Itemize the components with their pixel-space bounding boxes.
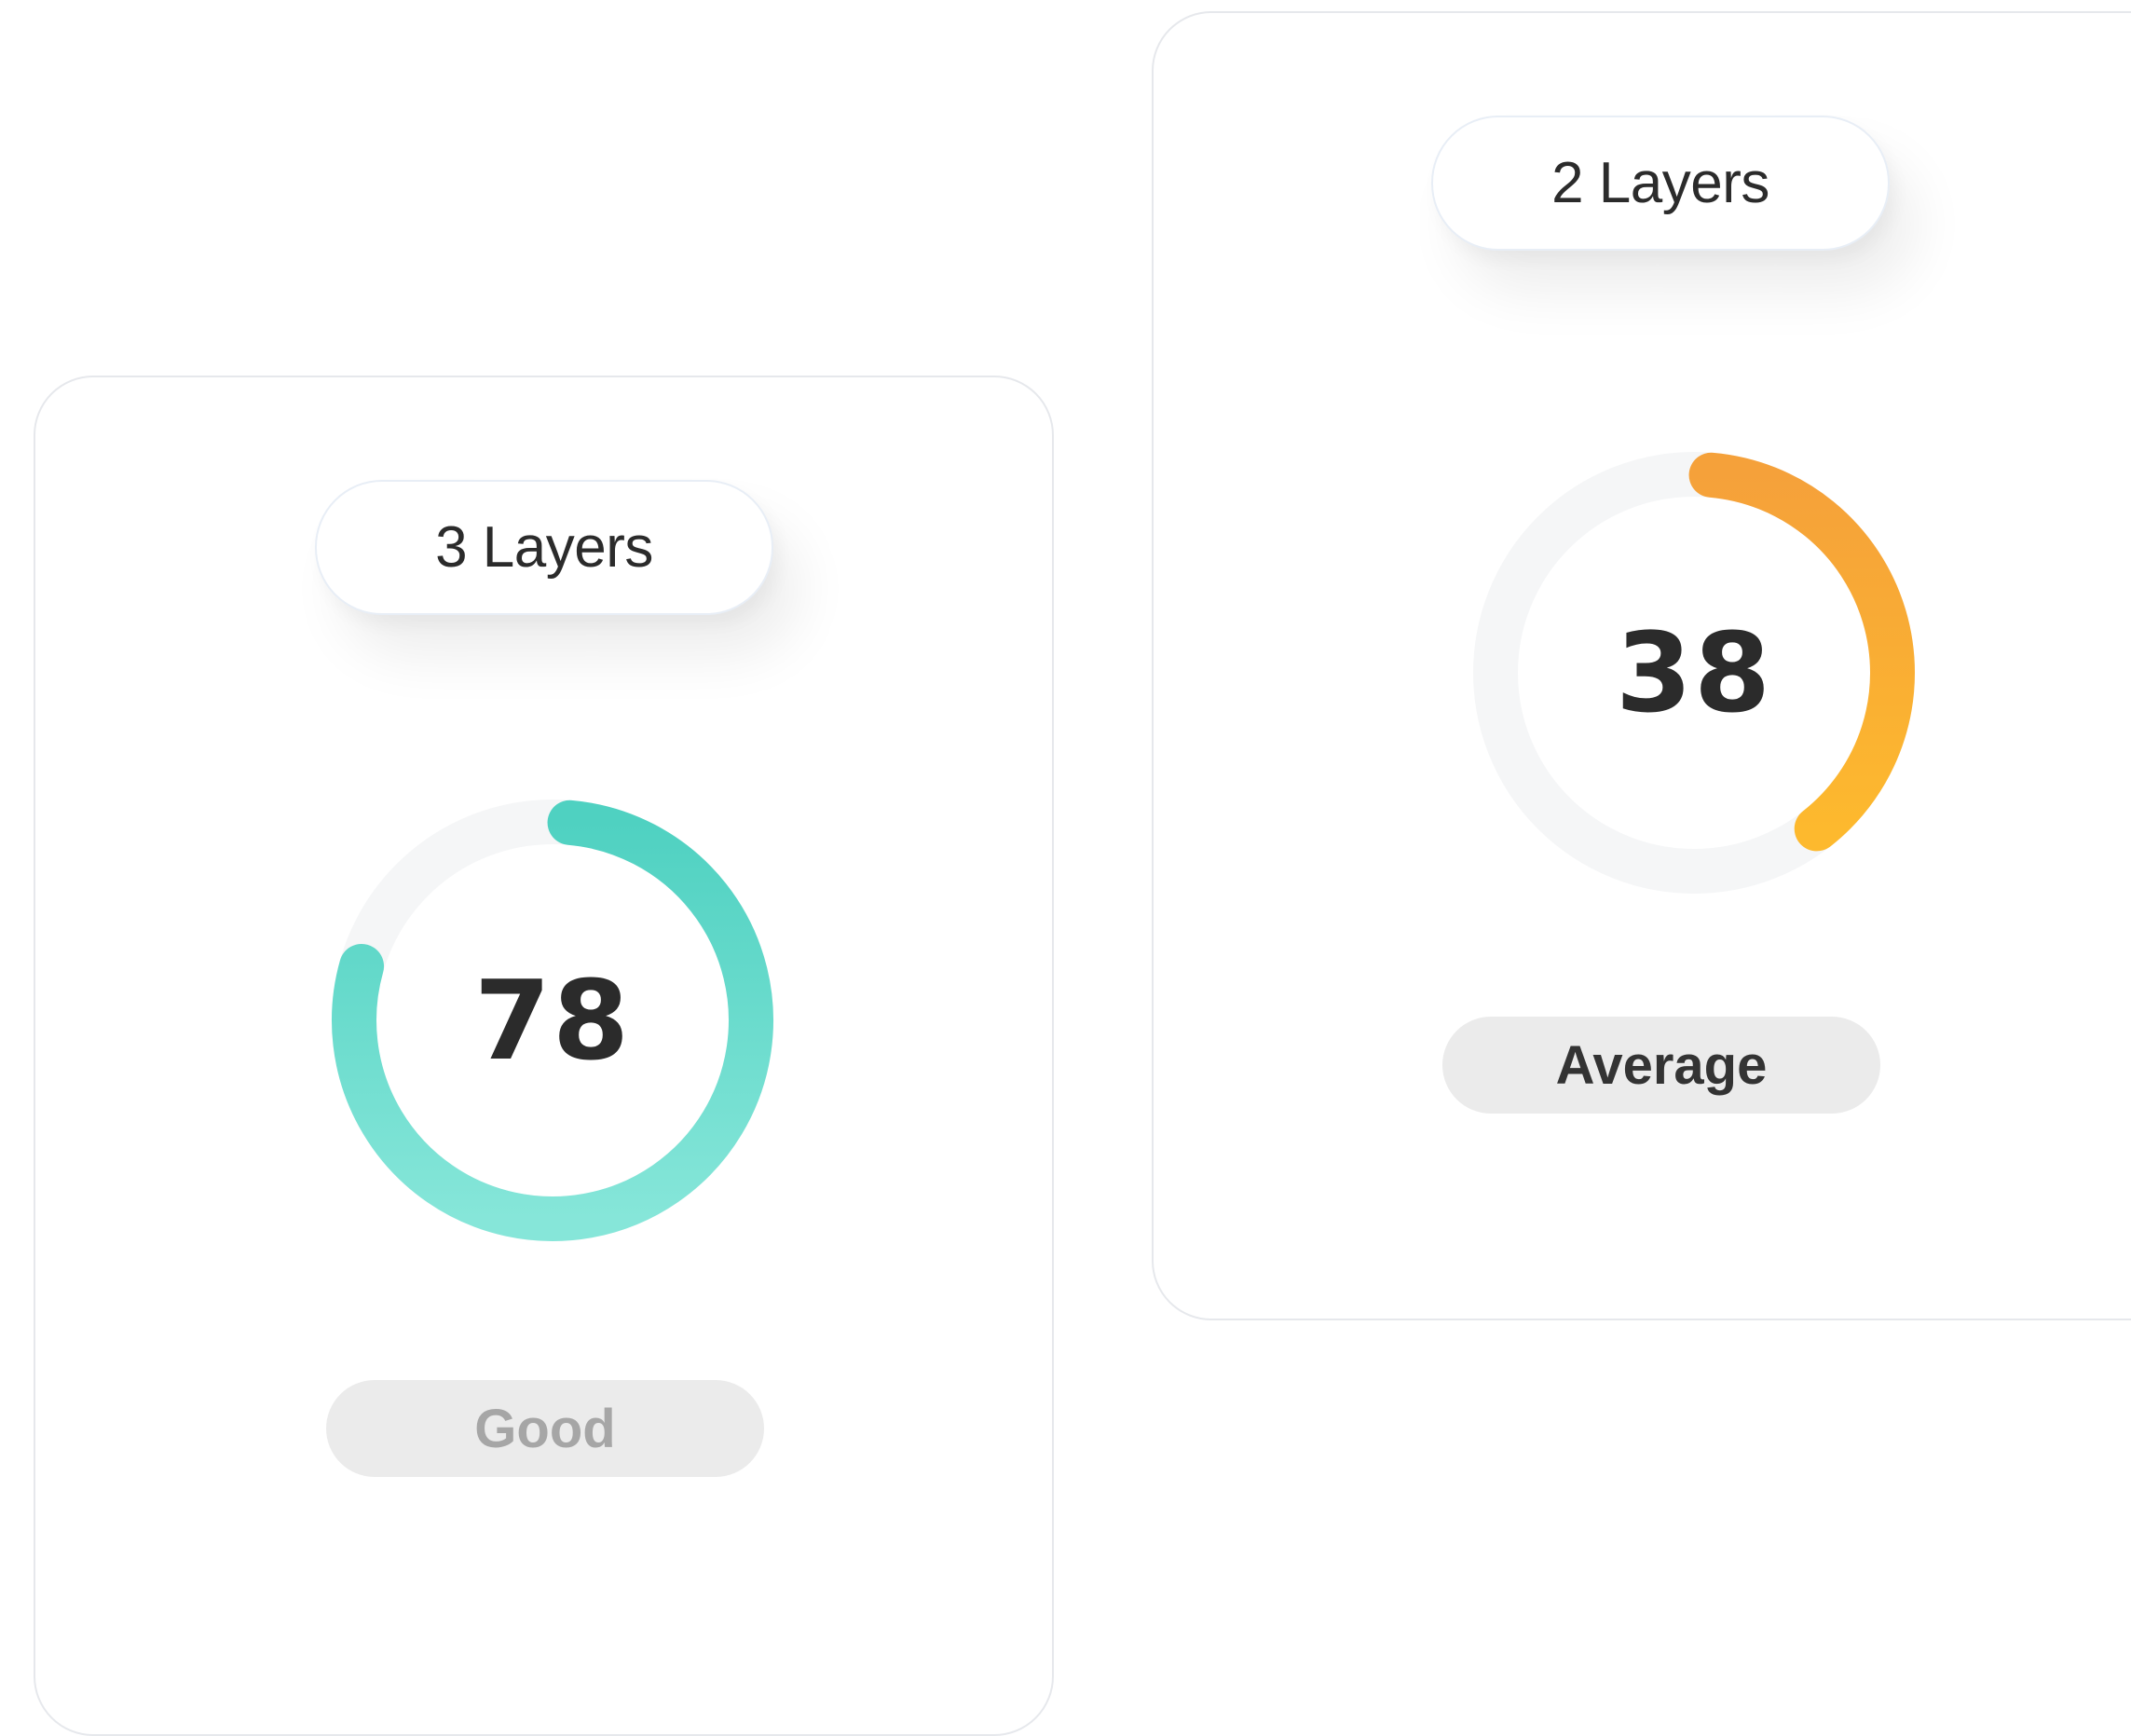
status-label: Average <box>1555 1034 1768 1096</box>
layers-label-pill[interactable]: 3 Layers <box>315 480 773 615</box>
score-value: 78 <box>473 956 632 1085</box>
score-gauge: 38 <box>1461 440 1927 906</box>
layers-label-pill[interactable]: 2 Layers <box>1431 116 1890 251</box>
status-badge-average: Average <box>1442 1017 1880 1114</box>
status-badge-good: Good <box>326 1380 764 1477</box>
score-gauge: 78 <box>320 787 785 1253</box>
layers-label: 3 Layers <box>435 515 653 580</box>
score-value: 38 <box>1615 608 1773 737</box>
status-label: Good <box>474 1398 616 1459</box>
layers-label: 2 Layers <box>1551 151 1769 215</box>
score-card-3-layers: 3 Layers 78 Good <box>34 376 1054 1736</box>
score-card-2-layers: 2 Layers 38 Average <box>1152 11 2131 1320</box>
